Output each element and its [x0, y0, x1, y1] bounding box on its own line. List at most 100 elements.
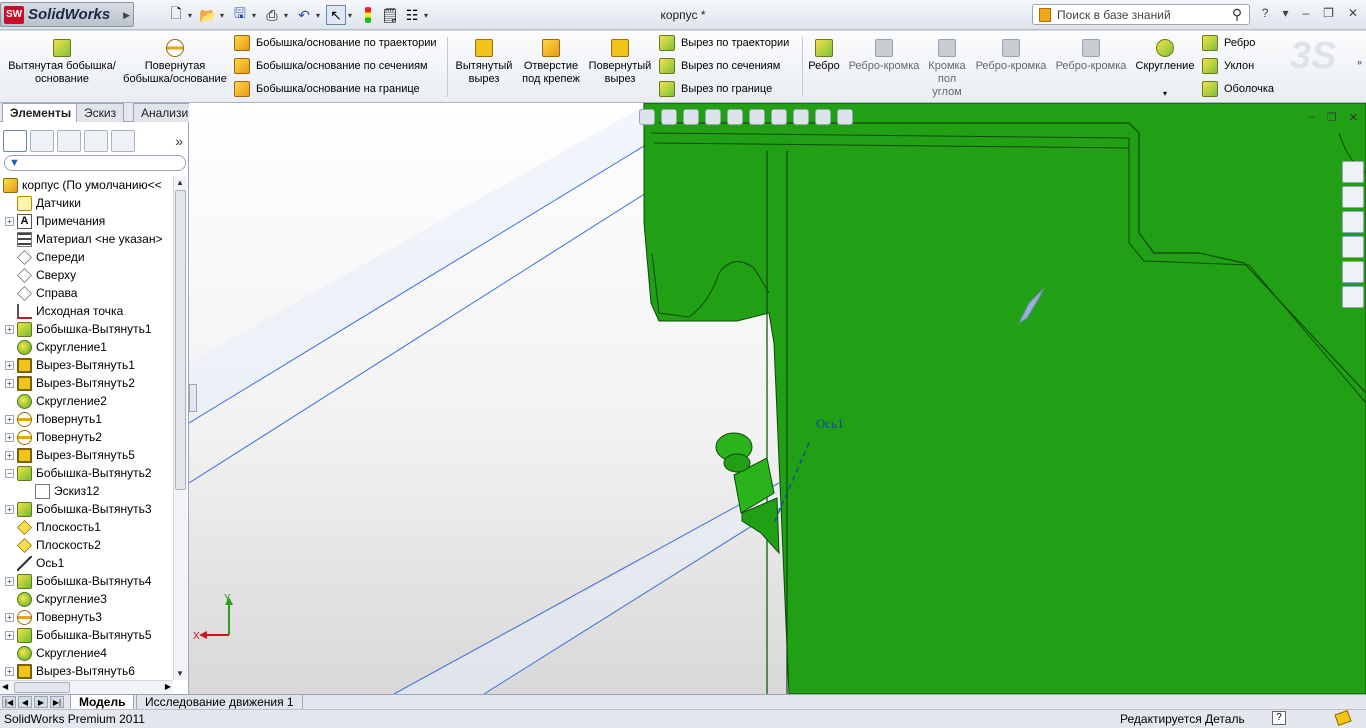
scroll-right-icon[interactable]: ▶ — [165, 682, 171, 691]
tree-item[interactable]: + Повернуть1 — [0, 410, 173, 428]
sweep-boss-button[interactable]: Бобышка/основание по траектории — [234, 33, 437, 53]
miter-edge-button[interactable]: Кромка пол углом — [924, 37, 970, 99]
save-icon[interactable]: 🖫 — [230, 5, 250, 25]
tab-1[interactable]: Эскиз — [76, 103, 125, 122]
collapse-icon[interactable]: − — [5, 468, 14, 478]
tree-vertical-scrollbar[interactable]: ▲ ▼ — [173, 176, 187, 680]
bottom-tab-0[interactable]: Модель — [70, 695, 135, 710]
tree-item[interactable]: + Вырез-Вытянуть1 — [0, 356, 173, 374]
help-dropdown-icon[interactable]: ▾ — [1282, 6, 1288, 20]
open-dropdown-icon[interactable]: ▾ — [220, 11, 228, 20]
hide-show-items-icon[interactable] — [771, 109, 787, 125]
ribbon-scroll-icon[interactable]: » — [1357, 57, 1362, 67]
undo-icon[interactable]: ↶ — [294, 5, 314, 25]
solidworks-resources-icon[interactable] — [1342, 161, 1364, 183]
scroll-down-icon[interactable]: ▼ — [176, 669, 184, 678]
tree-item[interactable]: Датчики — [0, 194, 173, 212]
knowledge-search-box[interactable]: Поиск в базе знаний ⚲ — [1032, 4, 1250, 25]
loft-boss-button[interactable]: Бобышка/основание по сечениям — [234, 56, 428, 76]
expand-icon[interactable]: + — [5, 378, 14, 388]
file-explorer-icon[interactable] — [1342, 211, 1364, 233]
tree-item[interactable]: Ось1 — [0, 554, 173, 572]
graphics-area[interactable]: Ось1 Y X – ❐ ✕ — [189, 103, 1366, 694]
view-settings-icon[interactable] — [837, 109, 853, 125]
help-icon[interactable]: ? — [1262, 6, 1269, 20]
tree-root[interactable]: корпус (По умолчанию<< — [0, 176, 173, 194]
tree-item[interactable]: + Бобышка-Вытянуть1 — [0, 320, 173, 338]
previous-view-icon[interactable] — [683, 109, 699, 125]
tree-item[interactable]: Спереди — [0, 248, 173, 266]
boundary-boss-button[interactable]: Бобышка/основание на границе — [234, 79, 420, 99]
tree-item[interactable]: Справа — [0, 284, 173, 302]
expand-icon[interactable]: + — [5, 630, 14, 640]
view-palette-icon[interactable] — [1342, 236, 1364, 258]
draft-button[interactable]: Уклон — [1202, 56, 1254, 76]
edit-appearance-icon[interactable] — [793, 109, 809, 125]
rebuild-traffic-light-icon[interactable] — [358, 5, 378, 25]
print-dropdown-icon[interactable]: ▾ — [284, 11, 292, 20]
undo-dropdown-icon[interactable]: ▾ — [316, 11, 324, 20]
last-tab-icon[interactable]: ▶| — [50, 696, 64, 708]
view-minimize-button[interactable]: – — [1309, 111, 1315, 124]
hole-wizard-button[interactable]: Отверстие под крепеж — [520, 37, 582, 86]
revolve-boss-button[interactable]: Повернутая бобышка/основание — [120, 37, 230, 86]
tree-item[interactable]: + Вырез-Вытянуть2 — [0, 374, 173, 392]
panel-splitter[interactable] — [189, 384, 197, 412]
loft-cut-button[interactable]: Вырез по сечениям — [659, 56, 780, 76]
model-canvas[interactable]: Ось1 Y X — [189, 103, 1366, 694]
tree-item[interactable]: − Бобышка-Вытянуть2 — [0, 464, 173, 482]
tree-item[interactable]: + Вырез-Вытянуть6 — [0, 662, 173, 680]
expand-icon[interactable]: + — [5, 216, 14, 226]
scroll-left-icon[interactable]: ◀ — [2, 682, 8, 691]
tree-item[interactable]: + Бобышка-Вытянуть4 — [0, 572, 173, 590]
options-dropdown-icon[interactable]: ▾ — [424, 11, 432, 20]
tree-item[interactable]: Плоскость2 — [0, 536, 173, 554]
tree-item[interactable]: + A Примечания — [0, 212, 173, 230]
tree-filter-input[interactable]: ▼ — [4, 155, 186, 171]
tree-item[interactable]: Эскиз12 — [0, 482, 173, 500]
tree-item[interactable]: Скругление3 — [0, 590, 173, 608]
design-library-icon[interactable] — [1342, 186, 1364, 208]
fillet-dropdown-icon[interactable]: ▾ — [1132, 87, 1198, 100]
next-tab-icon[interactable]: ▶ — [34, 696, 48, 708]
new-document-icon[interactable]: 🗋 — [166, 5, 186, 25]
rib-edge-button-2[interactable]: Ребро-кромка — [972, 37, 1050, 73]
property-manager-tab-icon[interactable] — [30, 130, 54, 152]
tree-item[interactable]: Исходная точка — [0, 302, 173, 320]
tree-item[interactable]: + Повернуть3 — [0, 608, 173, 626]
tree-item[interactable]: Сверху — [0, 266, 173, 284]
expand-icon[interactable]: + — [5, 360, 14, 370]
status-help-icon[interactable]: ? — [1272, 711, 1286, 725]
zoom-to-fit-icon[interactable] — [639, 109, 655, 125]
open-folder-icon[interactable]: 📂 — [198, 5, 218, 25]
rib-button[interactable]: Ребро — [806, 37, 842, 73]
feature-manager-tab-icon[interactable] — [3, 130, 27, 152]
section-view-icon[interactable] — [705, 109, 721, 125]
zoom-to-area-icon[interactable] — [661, 109, 677, 125]
minimize-button[interactable]: – — [1302, 6, 1309, 20]
prev-tab-icon[interactable]: ◀ — [18, 696, 32, 708]
tree-item[interactable]: + Бобышка-Вытянуть3 — [0, 500, 173, 518]
appearances-icon[interactable] — [1342, 261, 1364, 283]
options-icon[interactable]: ☷ — [402, 5, 422, 25]
rib-edge-button-1[interactable]: Ребро-кромка — [846, 37, 922, 73]
custom-properties-icon[interactable] — [1342, 286, 1364, 308]
sweep-cut-button[interactable]: Вырез по траектории — [659, 33, 789, 53]
rib2-button[interactable]: Ребро — [1202, 33, 1255, 53]
tree-item[interactable]: Скругление1 — [0, 338, 173, 356]
tab-0[interactable]: Элементы — [2, 103, 80, 122]
view-close-button[interactable]: ✕ — [1349, 111, 1358, 124]
hscroll-thumb[interactable] — [14, 682, 70, 693]
tree-item[interactable]: Скругление2 — [0, 392, 173, 410]
tree-item[interactable]: Скругление4 — [0, 644, 173, 662]
file-properties-icon[interactable]: 🗒 — [380, 5, 400, 25]
tree-item[interactable]: Материал <не указан> — [0, 230, 173, 248]
status-tag-icon[interactable] — [1334, 709, 1352, 727]
print-icon[interactable]: ⎙ — [262, 5, 282, 25]
expand-icon[interactable]: + — [5, 612, 14, 622]
apply-scene-icon[interactable] — [815, 109, 831, 125]
display-style-icon[interactable] — [749, 109, 765, 125]
boundary-cut-button[interactable]: Вырез по границе — [659, 79, 772, 99]
search-icon[interactable]: ⚲ — [1225, 6, 1249, 23]
extrude-boss-button[interactable]: Вытянутая бобышка/основание — [6, 37, 118, 86]
